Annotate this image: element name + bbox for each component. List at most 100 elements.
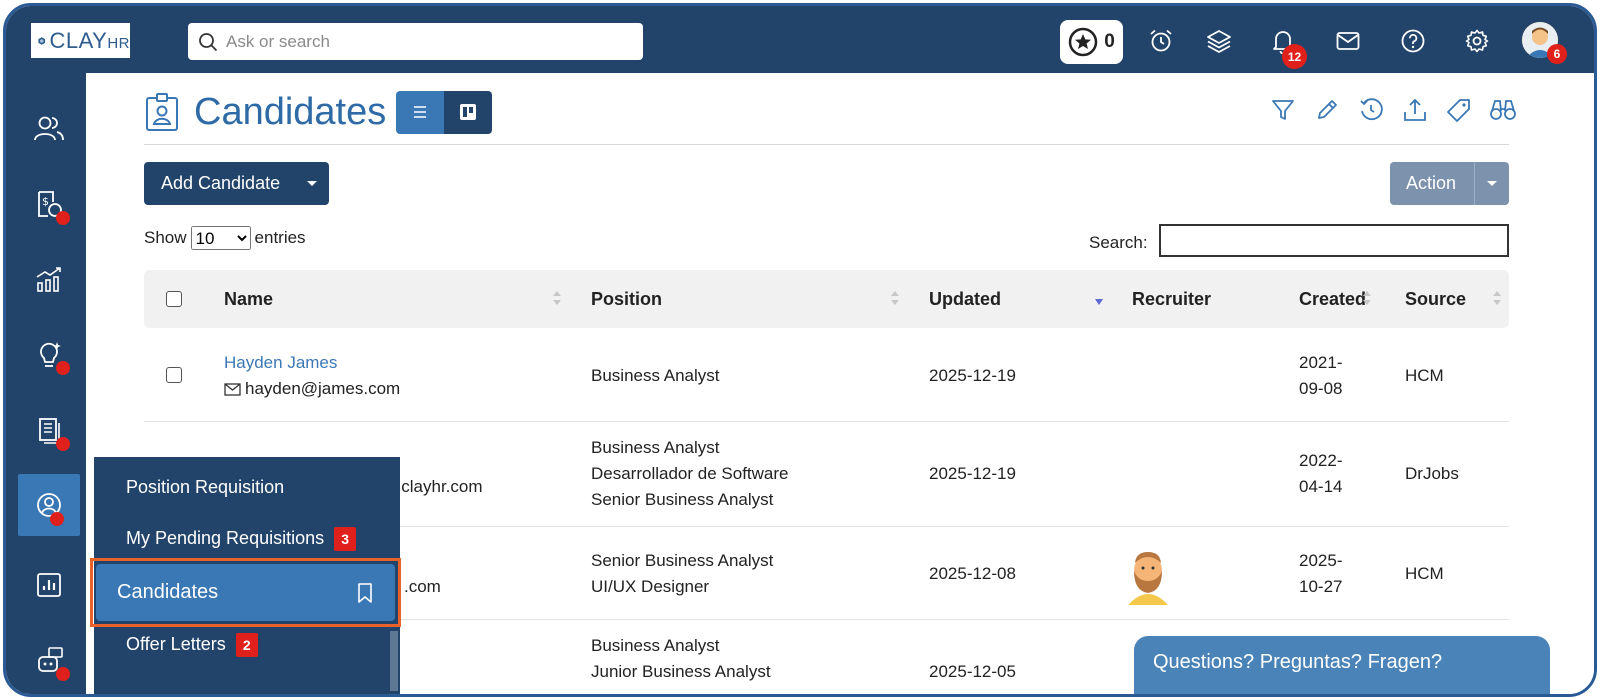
- sidebar-item-reports[interactable]: [18, 554, 80, 616]
- history-icon: [1360, 98, 1383, 121]
- select-all-checkbox[interactable]: [166, 291, 182, 307]
- menu-item-my-pending-requisitions[interactable]: My Pending Requisitions 3: [126, 527, 357, 551]
- menu-scrollbar[interactable]: [390, 631, 398, 691]
- candidate-position: Business Analyst: [591, 636, 720, 655]
- export-button[interactable]: [1400, 95, 1430, 125]
- menu-item-position-requisition[interactable]: Position Requisition: [126, 477, 284, 498]
- entries-select[interactable]: 10: [190, 226, 251, 250]
- alarm-clock-icon: [1150, 29, 1172, 52]
- edit-button[interactable]: [1312, 95, 1342, 125]
- candidate-position: Desarrollador de Software: [591, 464, 789, 483]
- gear-icon: [1465, 29, 1489, 53]
- candidate-email[interactable]: hayden@james.com: [224, 376, 400, 402]
- list-icon: [414, 106, 427, 118]
- help-icon: [1401, 29, 1425, 53]
- candidate-badge-icon: [146, 93, 178, 131]
- candidate-position: Business Analyst: [591, 366, 720, 385]
- column-position[interactable]: Position: [591, 289, 662, 310]
- search-icon: [199, 32, 218, 51]
- chevron-down-icon[interactable]: [307, 181, 317, 186]
- table-search-label: Search:: [1089, 233, 1148, 252]
- candidate-created: 2022- 04-14: [1299, 448, 1342, 500]
- created-year: 2022-: [1299, 451, 1343, 470]
- table-search-input[interactable]: [1159, 224, 1509, 257]
- candidate-position: Business Analyst: [591, 438, 720, 457]
- global-search[interactable]: [188, 23, 643, 60]
- sidebar-item-payroll[interactable]: $: [18, 173, 80, 235]
- column-recruiter[interactable]: Recruiter: [1132, 289, 1211, 310]
- candidate-position: UI/UX Designer: [591, 577, 710, 596]
- candidate-email-text[interactable]: .com: [404, 574, 441, 600]
- messages-button[interactable]: [1333, 26, 1363, 56]
- candidate-updated: 2025-12-08: [929, 564, 1016, 583]
- sidebar-item-performance[interactable]: [18, 248, 80, 310]
- search-candidates-button[interactable]: [1488, 95, 1518, 125]
- menu-item-candidates[interactable]: Candidates: [96, 564, 395, 621]
- created-year: 2025-: [1299, 551, 1343, 570]
- candidate-updated: 2025-12-05: [929, 662, 1016, 681]
- layers-button[interactable]: [1204, 26, 1234, 56]
- board-view-button[interactable]: [444, 90, 493, 134]
- help-button[interactable]: [1398, 26, 1428, 56]
- offer-count-badge: 2: [235, 633, 258, 657]
- settings-button[interactable]: [1462, 26, 1492, 56]
- notification-badge: 12: [1282, 44, 1307, 69]
- table-header: Name Position Updated Recruiter Created …: [144, 270, 1509, 328]
- menu-item-label: My Pending Requisitions: [126, 527, 325, 548]
- filter-button[interactable]: [1268, 95, 1298, 125]
- sidebar-item-documents[interactable]: [18, 399, 80, 461]
- candidate-source: DrJobs: [1405, 464, 1459, 483]
- created-date: 10-27: [1299, 577, 1343, 596]
- alarm-clock-button[interactable]: [1146, 26, 1176, 56]
- pending-count-badge: 3: [334, 527, 357, 551]
- candidate-position: Junior Business Analyst: [591, 662, 771, 681]
- page-title: Candidates: [194, 90, 387, 133]
- column-created[interactable]: Created: [1299, 289, 1366, 310]
- candidate-position: Senior Business Analyst: [591, 551, 774, 570]
- created-date: 09-08: [1299, 379, 1343, 398]
- sidebar-alert-dot: [56, 361, 70, 375]
- chevron-down-icon[interactable]: [1487, 181, 1497, 186]
- entries-label: entries: [254, 228, 306, 247]
- list-view-button[interactable]: [396, 90, 445, 134]
- tag-button[interactable]: [1444, 95, 1474, 125]
- column-name[interactable]: Name: [224, 289, 273, 310]
- action-button[interactable]: Action: [1390, 162, 1509, 205]
- history-button[interactable]: [1356, 95, 1386, 125]
- bookmark-icon[interactable]: [357, 583, 373, 603]
- growth-chart-icon: [36, 267, 61, 292]
- global-search-input[interactable]: [226, 31, 626, 52]
- sort-icon[interactable]: [890, 288, 900, 308]
- chat-widget[interactable]: Questions? Preguntas? Fragen?: [1134, 636, 1550, 694]
- clayhr-logo[interactable]: CLAYHR: [31, 23, 130, 58]
- sort-icon[interactable]: [1362, 288, 1372, 308]
- candidate-name-link[interactable]: Hayden James: [224, 350, 337, 376]
- sidebar-item-assistant[interactable]: [18, 630, 80, 692]
- menu-item-offer-letters[interactable]: Offer Letters 2: [126, 633, 258, 657]
- candidate-updated: 2025-12-19: [929, 464, 1016, 483]
- column-updated[interactable]: Updated: [929, 289, 1001, 310]
- candidate-positions: Business Analyst Junior Business Analyst: [591, 633, 771, 685]
- candidate-created: 2025- 10-27: [1299, 548, 1342, 600]
- sort-icon[interactable]: [1492, 288, 1502, 308]
- candidate-created: 2021- 09-08: [1299, 350, 1342, 402]
- candidate-email-text: hayden@james.com: [245, 379, 401, 398]
- candidate-positions: Business Analyst Desarrollador de Softwa…: [591, 435, 788, 513]
- sort-desc-icon[interactable]: [1094, 295, 1104, 315]
- view-toggle: [396, 90, 493, 134]
- action-separator: [1474, 162, 1475, 205]
- recruiter-avatar[interactable]: [1124, 543, 1172, 605]
- entries-control: Show 10 entries: [144, 226, 306, 250]
- add-candidate-button[interactable]: Add Candidate: [144, 162, 329, 205]
- row-checkbox[interactable]: [166, 367, 182, 383]
- sidebar-item-people[interactable]: [18, 97, 80, 159]
- sort-icon[interactable]: [552, 288, 562, 308]
- clayhr-logo-icon: [38, 36, 46, 45]
- sidebar-alert-dot: [50, 512, 64, 526]
- page-tools: [1268, 95, 1518, 125]
- upload-tray-icon: [1404, 98, 1426, 121]
- sidebar-item-recruiting[interactable]: [18, 474, 80, 536]
- sidebar-item-learning[interactable]: [18, 323, 80, 385]
- points-button[interactable]: 0: [1060, 20, 1123, 64]
- column-source[interactable]: Source: [1405, 289, 1466, 310]
